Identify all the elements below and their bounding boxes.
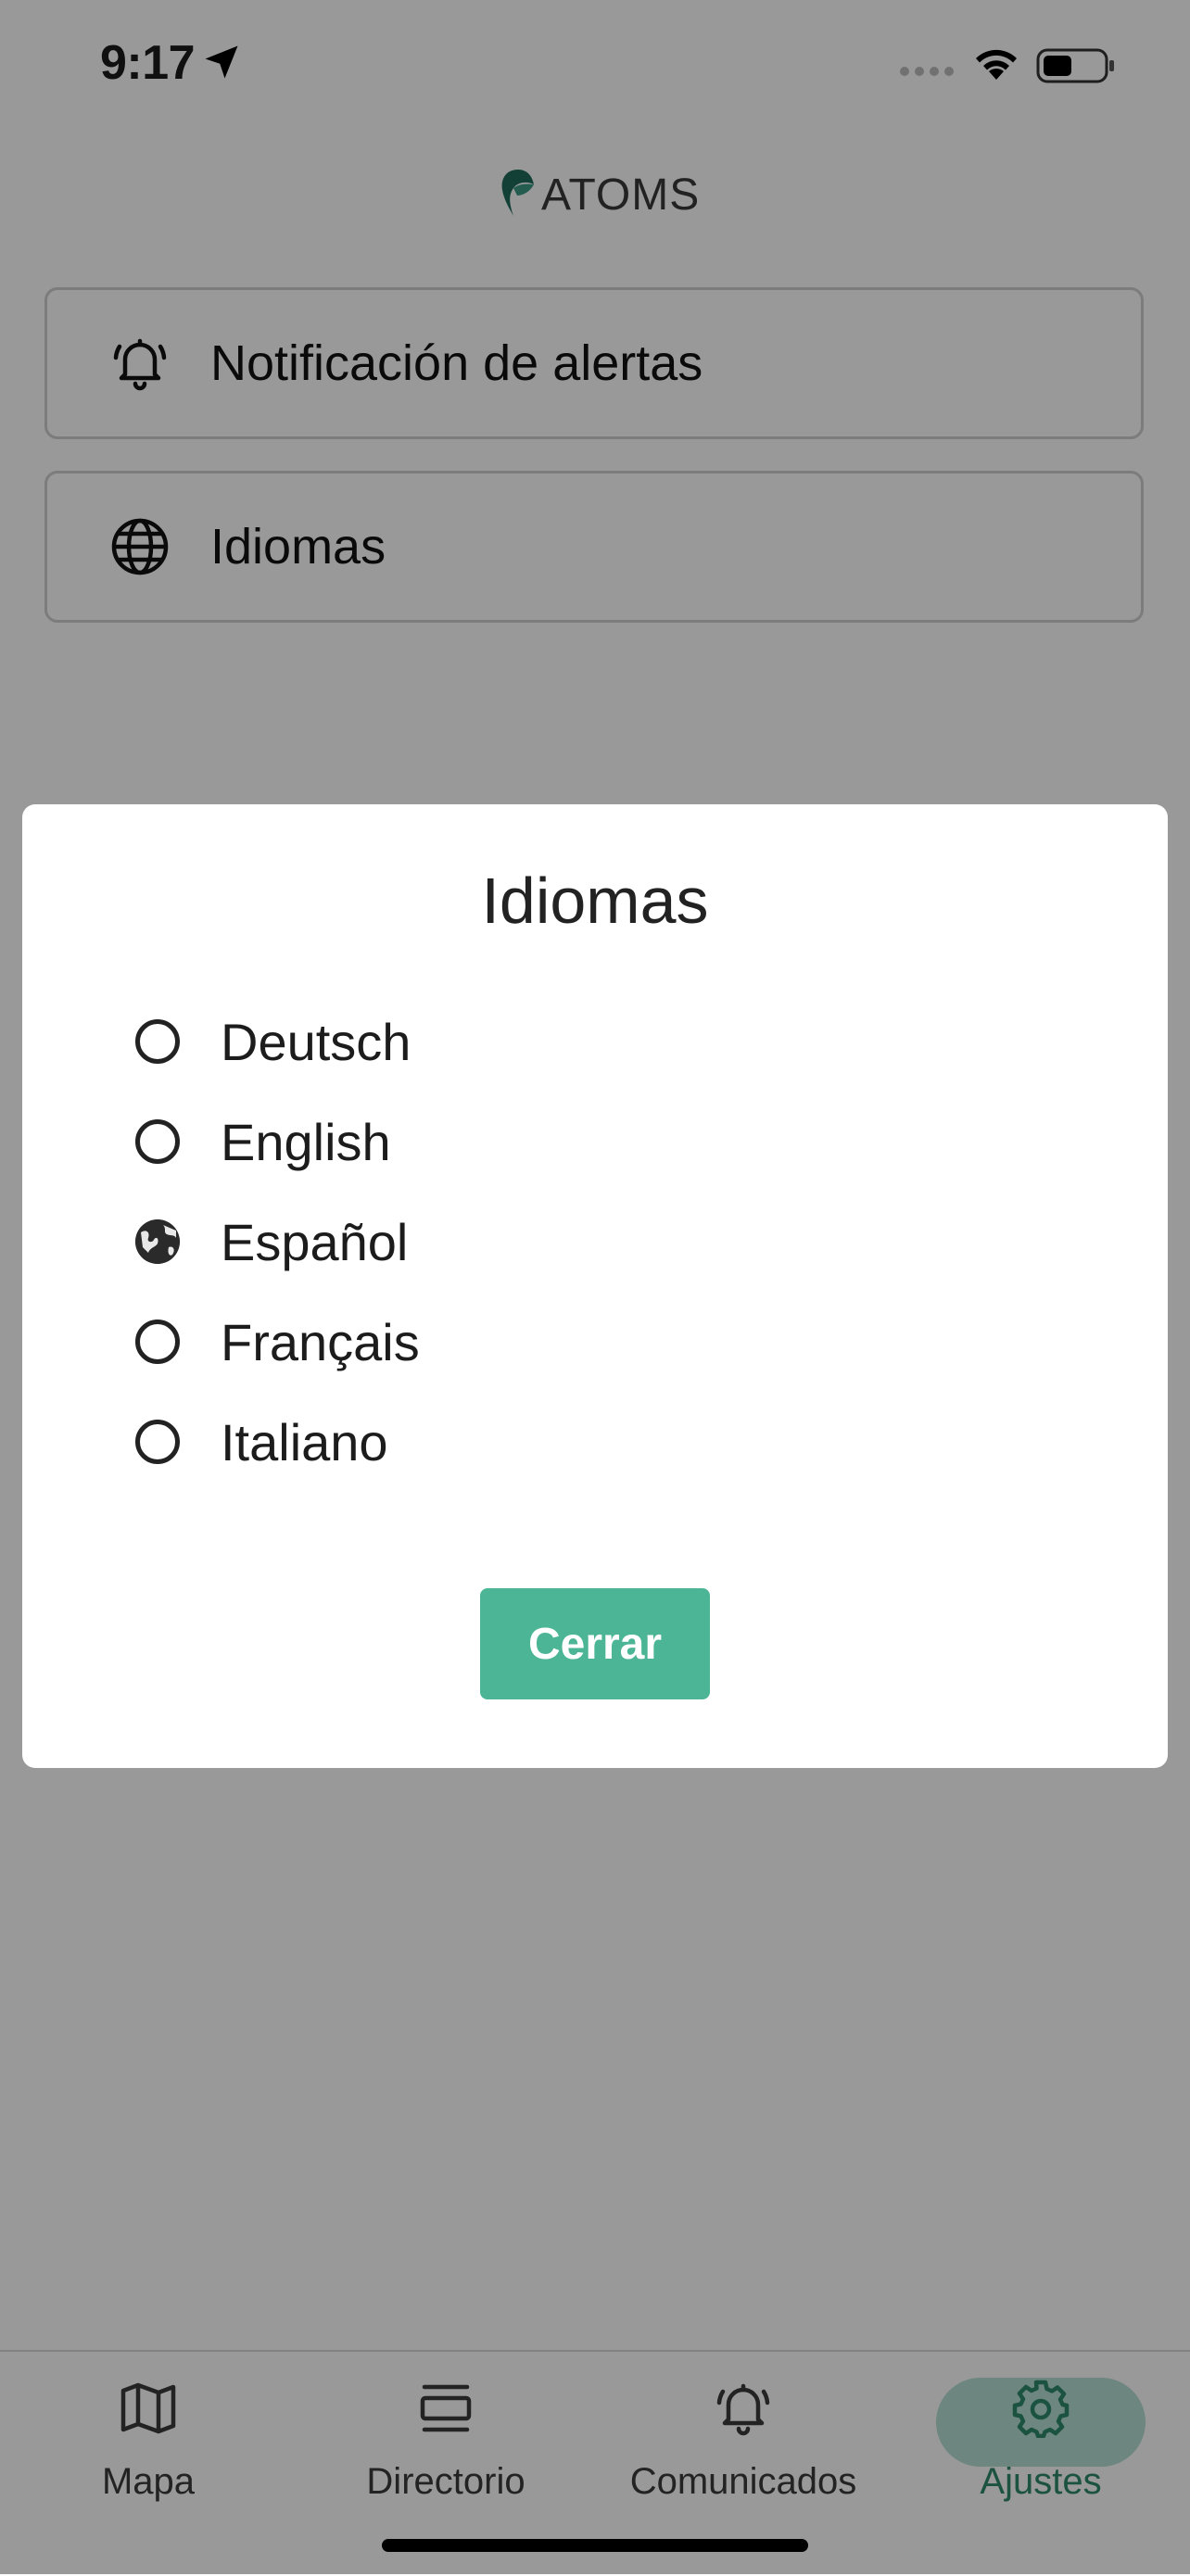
language-option-label: Italiano [221, 1412, 388, 1471]
radio-unselected-icon[interactable] [135, 1320, 180, 1364]
radio-unselected-icon[interactable] [135, 1119, 180, 1164]
radio-unselected-icon[interactable] [135, 1420, 180, 1464]
language-option-espanol[interactable]: Español [135, 1195, 408, 1288]
language-option-label: Español [221, 1212, 409, 1271]
language-option-english[interactable]: English [135, 1095, 391, 1188]
language-option-italiano[interactable]: Italiano [135, 1395, 388, 1488]
language-option-label: Français [221, 1312, 420, 1371]
close-button[interactable]: Cerrar [480, 1588, 710, 1699]
language-option-francais[interactable]: Français [135, 1295, 420, 1388]
language-option-label: Deutsch [221, 1012, 411, 1071]
radio-unselected-icon[interactable] [135, 1019, 180, 1064]
language-option-deutsch[interactable]: Deutsch [135, 995, 411, 1088]
language-dialog: Idiomas Deutsch English Español Français… [22, 804, 1168, 1768]
language-option-label: English [221, 1112, 391, 1171]
dialog-title: Idiomas [481, 865, 709, 937]
radio-selected-globe-icon[interactable] [135, 1219, 180, 1264]
